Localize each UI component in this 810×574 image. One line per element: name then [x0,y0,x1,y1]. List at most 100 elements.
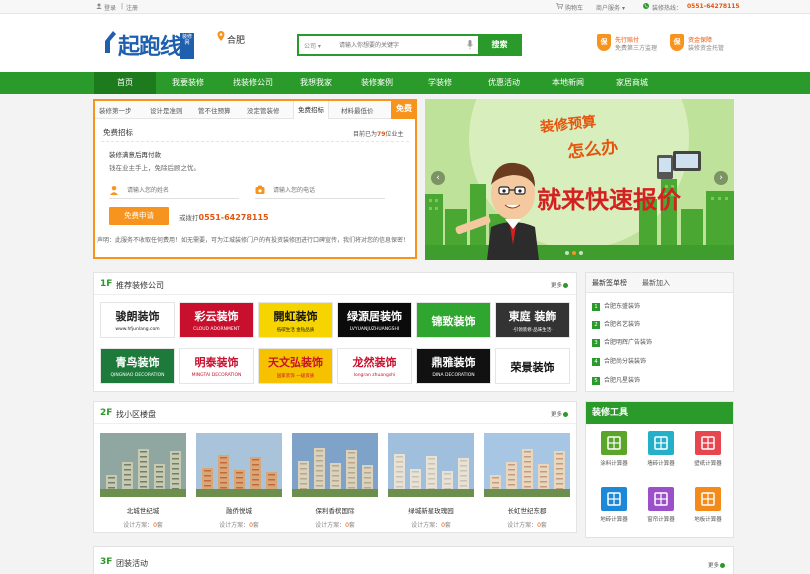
community-card[interactable]: 长虹世纪东郡 设计方案：0套 [484,433,570,529]
list-item[interactable]: 5 合肥凡星装饰 [592,375,640,385]
company-logo[interactable]: 锦致装饰 [416,302,491,338]
search-bar: 公司 ▾ 搜索 [297,34,522,56]
company-logo[interactable]: 鼎雅装饰 DINA DECORATION [416,348,491,384]
tool-1[interactable]: 涂料计算器 [594,431,634,471]
community-card[interactable]: 绿城新星玫瑰园 设计方案：0套 [388,433,474,529]
phone-icon [255,185,265,194]
chevron-down-icon: ▾ [621,5,625,12]
community-card[interactable]: 融侨悦城 设计方案：0套 [196,433,282,529]
tool-6[interactable]: 地板计算器 [688,487,728,527]
community-name: 北城世纪城 [126,507,160,515]
nav-learn[interactable]: 学装修 [418,72,462,94]
more-link[interactable]: 更多 [551,281,568,289]
or-call-text: 或拨打0551-64278115 [179,213,269,222]
community-card[interactable]: 北城世纪城 设计方案：0套 [100,433,186,529]
paint-roller-icon [601,431,627,455]
search-input[interactable] [339,39,464,51]
name-field [109,183,239,199]
name-input[interactable] [127,185,227,196]
tool-5[interactable]: 窗帘计算器 [641,487,681,527]
nav-want-renovate[interactable]: 我要装修 [163,72,213,94]
promise-fund-guarantee[interactable]: 保 资金保障 装修资金托管 [670,34,750,64]
company-name: 鼎雅装饰 [431,356,476,369]
main-nav: 首页 我要装修 找装修公司 我想我家 装修案例 学装修 优惠活动 本地新闻 家居… [0,72,810,94]
nav-cases[interactable]: 装修案例 [352,72,402,94]
company-name: 骏朗装饰 [115,310,160,323]
banner-next-arrow-icon[interactable]: › [714,171,728,185]
more-arrow-icon [720,563,725,568]
microphone-icon[interactable] [467,40,473,50]
nav-home[interactable]: 首页 [94,72,156,94]
consult-tabs: 装修第一步 设计是准则 管不住预算 没定管装修 免费招标 材料最低价 [95,101,415,119]
banner-dot[interactable] [572,251,576,255]
tool-3[interactable]: 壁纸计算器 [688,431,728,471]
nav-home-mall[interactable]: 家居商城 [606,72,658,94]
consult-panel: 装修第一步 设计是准则 管不住预算 没定管装修 免费招标 材料最低价 免费 免费… [93,99,417,259]
city-selector[interactable]: 合肥 [227,33,245,46]
tool-2[interactable]: 墙砖计算器 [641,431,681,471]
banner-dot[interactable] [565,251,569,255]
promise-prepay[interactable]: 保 先行赔付 免费第三方监理 [597,34,677,64]
design-plans-count: 设计方案：0套 [507,522,547,529]
floor-title: 推荐装修公司 [116,281,164,290]
more-link[interactable]: 更多 [551,410,568,418]
community-card[interactable]: 保利香槟国际 设计方案：0套 [292,433,378,529]
tool-4[interactable]: 地砖计算器 [594,487,634,527]
banner-dot[interactable] [579,251,583,255]
banner-title-how: 怎么办 [566,137,620,163]
list-item[interactable]: 3 合肥明辉广告装饰 [592,337,652,347]
logo-text[interactable]: 起跑线 [118,29,182,61]
company-logo[interactable]: 東庭 装飾 ·引领装修·品味生活· [495,302,570,338]
tab-free-bidding[interactable]: 免费招标 [293,101,329,119]
search-scope-select[interactable]: 公司 ▾ [304,41,321,50]
floor-tile-icon [601,487,627,511]
banner-prev-arrow-icon[interactable]: ‹ [431,171,445,185]
nav-local-news[interactable]: 本地新闻 [542,72,594,94]
nav-find-company[interactable]: 找装修公司 [225,72,281,94]
company-name: 绿源居装饰 [347,310,402,323]
tab-first-step[interactable]: 装修第一步 [99,105,132,115]
nav-promotions[interactable]: 优惠活动 [478,72,530,94]
promo-banner[interactable]: 装修预算 怎么办 就来快速报价 ‹ › [425,99,734,260]
hotline-label: 装修热线： [652,5,683,12]
free-apply-button[interactable]: 免费申请 [109,207,169,225]
register-link[interactable]: 注册 [126,3,138,12]
tab-budget[interactable]: 管不住预算 [198,105,231,115]
company-logo[interactable]: 青鸟装饰 QINGNIAO DECORATION [100,348,175,384]
phone-input[interactable] [273,185,373,196]
list-item[interactable]: 2 合肥名艺装饰 [592,319,640,329]
login-link[interactable]: 登录 [104,3,116,12]
company-logo[interactable]: 明泰装饰 MINGTAI DECORATION [179,348,254,384]
more-link[interactable]: 更多 [708,561,725,569]
divider [101,141,409,142]
tab-manage[interactable]: 没定管装修 [247,105,280,115]
company-logo[interactable]: 荣景装饰 [495,348,570,384]
tools-title: 装修工具 [586,402,733,424]
list-item[interactable]: 1 合肥东盛装饰 [592,301,640,311]
company-name: 開虹装饰 [273,310,318,323]
nav-my-home[interactable]: 我想我家 [292,72,340,94]
header: 起跑线 装修网 合肥 公司 ▾ 搜索 保 先行赔付 免费第三方监理 保 资金保障… [0,14,810,72]
cart-link[interactable]: 购物车 [565,3,583,12]
company-logo[interactable]: 绿源居装饰 LVYUANJUZHUANGSHI [337,302,412,338]
floor-number: 1F [100,279,113,289]
floor-recommended-companies: 1F 推荐装修公司 更多 骏朗装饰 www.hfjunlang.com 彩云装饰 CL… [93,272,577,392]
tab-lowest-price[interactable]: 材料最低价 [341,105,374,115]
company-logo[interactable]: 龙然装饰 longran zhuangshi [337,348,412,384]
tool-label: 涂料计算器 [600,461,628,467]
company-slogan: 国家装饰 一级资质 [276,374,315,379]
community-photo [484,433,570,497]
company-logo[interactable]: 天文弘装饰 国家装饰 一级资质 [258,348,333,384]
company-logo[interactable]: 骏朗装饰 www.hfjunlang.com [100,302,175,338]
company-slogan: LVYUANJUZHUANGSHI [349,327,400,332]
company-logo[interactable]: 開虹装饰 低碳生活 金钻品质 [258,302,333,338]
search-button[interactable]: 搜索 [478,34,521,56]
company-logo[interactable]: 彩云装饰 CLOUD ADORNMENT [179,302,254,338]
tab-latest-signed[interactable]: 最新签单榜 [592,278,627,288]
floor-number: 2F [100,408,113,418]
tab-design[interactable]: 设计是准则 [150,105,183,115]
consult-subtitle: 免费招标 [103,128,133,137]
tab-latest-joined[interactable]: 最新加入 [642,278,670,288]
list-item[interactable]: 4 合肥尚分装装饰 [592,356,646,366]
merchant-services-menu[interactable]: 商户服务 ▾ [596,3,625,12]
